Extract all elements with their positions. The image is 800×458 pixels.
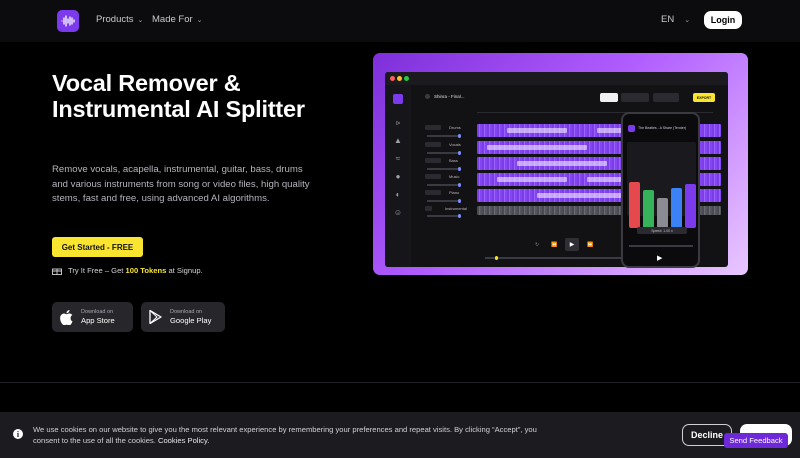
try-prefix: Try It Free – Get [68, 266, 126, 275]
quality-select[interactable] [621, 93, 649, 102]
play-icon[interactable]: ▶ [565, 238, 579, 251]
track-music-label: Music [449, 174, 460, 179]
track-instrumental-label: Instrumental [445, 206, 468, 211]
track-instrumental-controls[interactable] [425, 206, 432, 211]
track-drums-label: Drums [449, 125, 461, 130]
google-play-label: Google Play [170, 315, 212, 325]
google-play-sub: Download on [170, 308, 203, 315]
repeat-icon[interactable]: ↻ [535, 242, 539, 248]
track-vocals-label: Vocals [449, 142, 461, 147]
info-icon: i [13, 429, 23, 439]
phone-mockup: The Beatles - A Share (Tender) Speed: 1.… [621, 112, 700, 268]
mockup-sidebar: ⪧ ▲ ≈ ● ◐ ☺ [385, 85, 411, 267]
app-store-sub: Download on [81, 308, 114, 315]
track-bass-label: Bass [449, 158, 458, 163]
track-music-controls[interactable] [425, 174, 441, 179]
track-piano-label: Piano [449, 190, 460, 195]
nav-products-menu[interactable]: Products ⌄ [96, 14, 143, 25]
phone-song-title: The Beatles - A Share (Tender) [638, 126, 687, 130]
hero-title: Vocal Remover & Instrumental AI Splitter [52, 70, 305, 122]
cookie-message: We use cookies on our website to give yo… [33, 425, 553, 446]
send-feedback-button[interactable]: Send Feedback [724, 433, 788, 448]
nav-made-for-label: Made For [152, 14, 193, 25]
logo-waveform-icon[interactable] [57, 10, 79, 32]
gauge-icon: ◐ [395, 190, 401, 199]
progress-handle[interactable] [495, 256, 498, 260]
chevron-down-icon: ⌄ [196, 16, 203, 24]
minimize-dot-icon [397, 76, 402, 81]
chevron-down-icon: ⌄ [137, 16, 144, 24]
app-store-label: App Store [81, 315, 115, 325]
track-music-slider[interactable] [427, 183, 461, 186]
nav-products-label: Products [96, 14, 134, 25]
track-vocals-controls[interactable] [425, 142, 441, 147]
track-bass-controls[interactable] [425, 158, 441, 163]
close-dot-icon [390, 76, 395, 81]
track-vocals-slider[interactable] [427, 151, 461, 154]
fader-green[interactable] [643, 190, 654, 228]
play-small-icon[interactable] [425, 94, 430, 99]
app-store-button[interactable]: Download on App Store [52, 302, 133, 332]
mic-icon: ● [395, 172, 401, 181]
phone-progress[interactable] [629, 245, 693, 247]
track-piano-slider[interactable] [427, 199, 461, 202]
google-play-button[interactable]: Download on Google Play [141, 302, 225, 332]
cookie-text: We use cookies on our website to give yo… [33, 425, 537, 445]
fader-blue[interactable] [671, 188, 682, 228]
try-suffix: at Signup. [166, 266, 203, 275]
apple-icon [60, 309, 73, 325]
file-name: Shinra - Final... [434, 94, 465, 99]
try-free-note: Try It Free – Get 100 Tokens at Signup. [52, 266, 203, 275]
cookies-policy-link[interactable]: Cookies Policy. [158, 436, 209, 445]
top-nav: Products ⌄ Made For ⌄ EN ⌄ Login [0, 0, 800, 42]
track-instrumental-slider[interactable] [427, 214, 461, 217]
phone-play-icon[interactable]: ▶ [657, 254, 662, 262]
wave-icon: ≈ [395, 154, 401, 163]
fader-purple[interactable] [685, 184, 696, 228]
fader-red[interactable] [629, 182, 640, 228]
chevron-down-icon: ⌄ [684, 16, 691, 24]
track-drums-controls[interactable] [425, 125, 441, 130]
format-select[interactable] [600, 93, 618, 102]
section-divider [0, 382, 800, 383]
track-drums-slider[interactable] [427, 134, 461, 137]
hero-description: Remove vocals, acapella, instrumental, g… [52, 164, 310, 204]
window-titlebar [385, 72, 728, 85]
stems-select[interactable] [653, 93, 679, 102]
language-label: EN [661, 14, 675, 25]
split-icon: ⪧ [395, 118, 401, 127]
export-button[interactable]: EXPORT [693, 93, 715, 102]
track-piano-controls[interactable] [425, 190, 441, 195]
phone-album-icon [628, 125, 635, 132]
fader-gray[interactable] [657, 198, 668, 228]
phone-speed[interactable]: Speed: 1.00 x [637, 227, 687, 234]
try-tokens: 100 Tokens [125, 266, 167, 275]
language-selector[interactable]: EN ⌄ [661, 14, 690, 25]
maximize-dot-icon [404, 76, 409, 81]
fast-forward-icon[interactable]: ⏩ [587, 242, 593, 248]
gift-icon [52, 268, 62, 275]
rewind-icon[interactable]: ⏪ [551, 242, 557, 248]
progress-bar[interactable] [485, 256, 621, 260]
nav-made-for-menu[interactable]: Made For ⌄ [152, 14, 203, 25]
mixer-icon: ▲ [394, 136, 402, 145]
user-icon: ☺ [393, 208, 403, 217]
mockup-logo-icon [393, 94, 403, 104]
google-play-icon [149, 310, 162, 324]
login-button[interactable]: Login [704, 11, 742, 29]
get-started-button[interactable]: Get Started - FREE [52, 237, 143, 257]
track-bass-slider[interactable] [427, 167, 461, 170]
